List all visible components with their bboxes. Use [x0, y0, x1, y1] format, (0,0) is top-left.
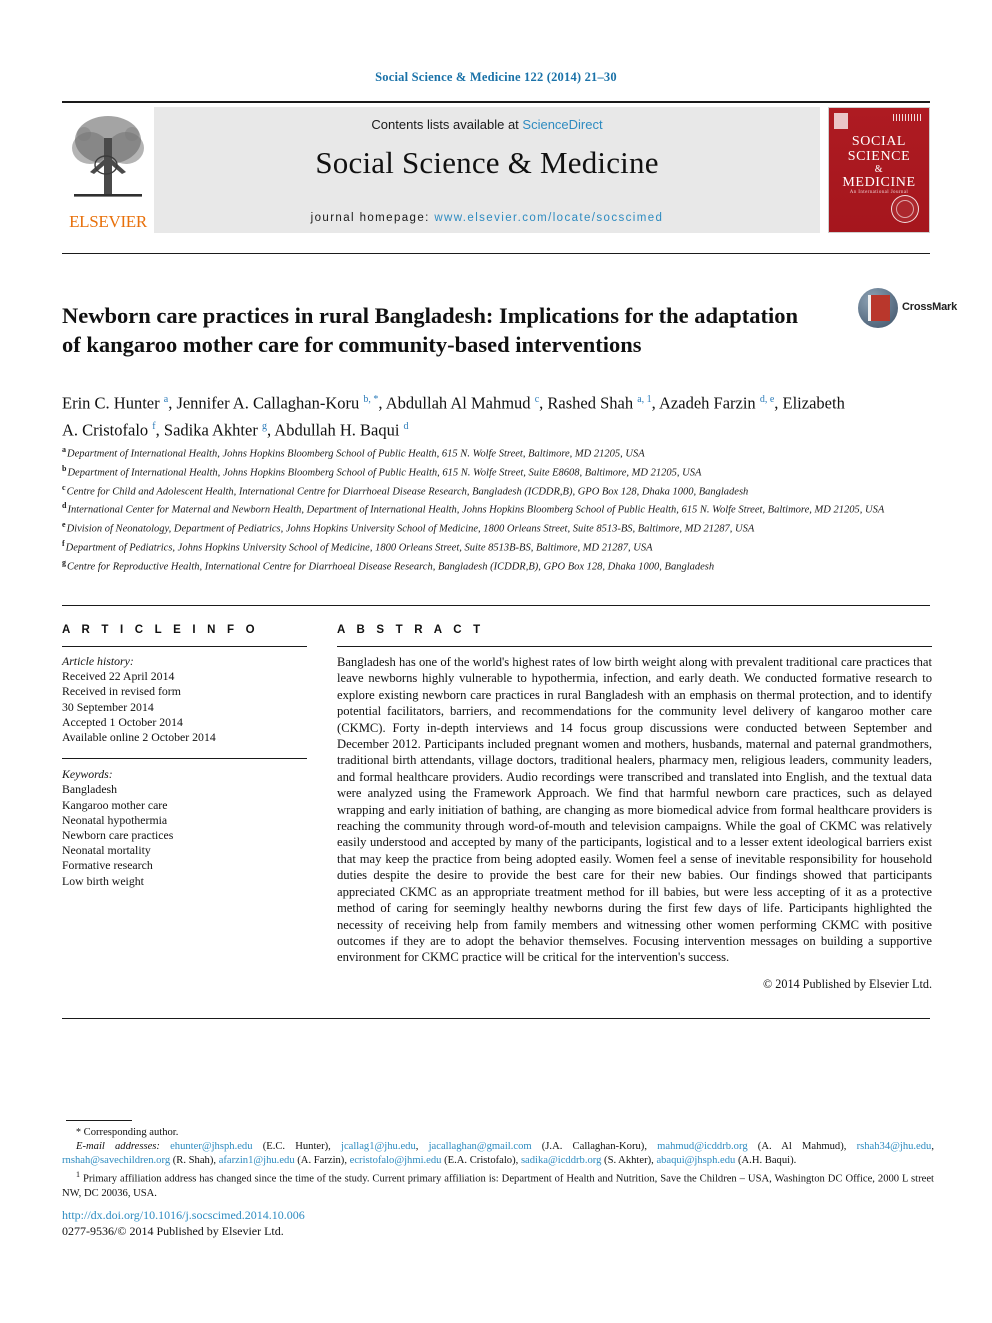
abstract-text: Bangladesh has one of the world's highes… [337, 655, 932, 965]
cover-subtitle: An International Journal [849, 190, 909, 195]
affiliation-item: fDepartment of Pediatrics, Johns Hopkins… [62, 537, 892, 556]
elsevier-wordmark: ELSEVIER [69, 212, 147, 231]
affiliation-item: cCentre for Child and Adolescent Health,… [62, 481, 892, 500]
affiliation-text: Centre for Reproductive Health, Internat… [67, 561, 715, 573]
cover-barcode [893, 114, 923, 121]
journal-homepage-line: journal homepage: www.elsevier.com/locat… [154, 212, 820, 224]
footnote-marker-1: 1 [76, 1170, 80, 1179]
footnote-block: * Corresponding author. E-mail addresses… [62, 1126, 934, 1201]
author-list: Erin C. Hunter a, Jennifer A. Callaghan-… [62, 393, 845, 440]
article-history-block: Article history: Received 22 April 2014 R… [62, 654, 307, 745]
keyword-item: Low birth weight [62, 873, 144, 888]
contents-prefix: Contents lists available at [371, 117, 523, 132]
footnote-divider [66, 1120, 132, 1121]
crossmark-label: CrossMark [902, 301, 958, 313]
asterisk-icon: * [76, 1127, 81, 1138]
affiliation-text: Centre for Child and Adolescent Health, … [66, 486, 749, 498]
sciencedirect-link[interactable]: ScienceDirect [522, 117, 602, 132]
email-label: E-mail addresses: [76, 1141, 160, 1152]
keyword-item: Kangaroo mother care [62, 797, 168, 812]
abstract-column: A B S T R A C T Bangladesh has one of th… [337, 624, 932, 992]
affiliation-text: International Center for Maternal and Ne… [67, 504, 885, 516]
contents-list-line: Contents lists available at ScienceDirec… [154, 117, 820, 132]
affiliation-marker: g [62, 557, 66, 567]
abstract-bottom-divider [62, 1018, 930, 1019]
masthead-center: Contents lists available at ScienceDirec… [154, 107, 820, 233]
affiliation-item: gCentre for Reproductive Health, Interna… [62, 556, 892, 575]
article-info-rule [62, 646, 307, 647]
paper-page: Social Science & Medicine 122 (2014) 21–… [0, 0, 992, 1323]
affiliation-item: aDepartment of International Health, Joh… [62, 443, 892, 462]
affiliation-change-text: Primary affiliation address has changed … [62, 1173, 934, 1199]
article-history-item: Received 22 April 2014 [62, 669, 175, 684]
title-divider [62, 253, 930, 254]
running-head: Social Science & Medicine 122 (2014) 21–… [375, 70, 617, 84]
crossmark-icon [858, 288, 898, 328]
affiliation-text: Department of International Health, John… [67, 448, 645, 460]
article-history-item: Received in revised form [62, 684, 181, 699]
affiliation-change-note: 1 Primary affiliation address has change… [62, 1168, 934, 1201]
affiliation-marker: f [62, 538, 65, 548]
cover-journal-title: SOCIAL SCIENCE & MEDICINE [829, 134, 929, 190]
corresponding-author-note: * Corresponding author. [62, 1126, 934, 1140]
email-addresses-note: E-mail addresses: ehunter@jhsph.edu (E.C… [62, 1140, 934, 1168]
article-history-item: Accepted 1 October 2014 [62, 714, 183, 729]
article-info-column: A R T I C L E I N F O Article history: R… [62, 624, 307, 889]
corresponding-author-text: Corresponding author. [83, 1127, 179, 1138]
journal-title: Social Science & Medicine [315, 145, 659, 180]
article-history-item: 30 September 2014 [62, 699, 154, 714]
keyword-item: Neonatal mortality [62, 843, 151, 858]
affiliation-item: dInternational Center for Maternal and N… [62, 499, 892, 518]
issn-copyright-line: 0277-9536/© 2014 Published by Elsevier L… [62, 1224, 284, 1238]
keywords-block: Keywords: Bangladesh Kangaroo mother care… [62, 767, 307, 889]
article-history-item: Available online 2 October 2014 [62, 730, 216, 745]
keyword-item: Formative research [62, 858, 153, 873]
abstract-rule [337, 646, 932, 647]
crossmark-badge[interactable]: CrossMark [858, 288, 957, 334]
journal-cover-thumbnail[interactable]: SOCIAL SCIENCE & MEDICINE An Internation… [828, 107, 930, 233]
affiliation-marker: c [62, 482, 66, 492]
keywords-rule [62, 758, 307, 760]
keywords-lines: Bangladesh Kangaroo mother care Neonatal h… [62, 782, 307, 888]
cover-line-1: SOCIAL [851, 134, 907, 149]
cover-line-2: SCIENCE [847, 149, 911, 164]
homepage-prefix: journal homepage: [310, 212, 435, 224]
footer-identifiers: http://dx.doi.org/10.1016/j.socscimed.20… [62, 1207, 305, 1239]
abstract-heading: A B S T R A C T [337, 624, 485, 636]
cover-ampersand: & [874, 164, 884, 175]
keyword-item: Newborn care practices [62, 828, 174, 843]
affiliation-marker: e [62, 520, 66, 530]
cover-seal-icon [891, 195, 919, 223]
article-history-lines: Received 22 April 2014 Received in revise… [62, 669, 307, 745]
affiliation-item: eDivision of Neonatology, Department of … [62, 518, 892, 537]
affiliation-text: Division of Neonatology, Department of P… [66, 523, 755, 535]
keywords-label: Keywords: [62, 767, 113, 782]
keyword-item: Bangladesh [62, 782, 118, 797]
affiliation-marker: d [62, 501, 67, 511]
affiliation-text: Department of Pediatrics, Johns Hopkins … [65, 542, 653, 554]
affiliation-marker: a [62, 445, 66, 454]
doi-link[interactable]: http://dx.doi.org/10.1016/j.socscimed.20… [62, 1207, 305, 1223]
affiliation-list: aDepartment of International Health, Joh… [62, 443, 892, 575]
email-addresses-text[interactable]: ehunter@jhsph.edu (E.C. Hunter), jcallag… [62, 1141, 934, 1166]
cover-elsevier-mark [834, 113, 848, 129]
article-info-heading: A R T I C L E I N F O [62, 624, 259, 636]
cover-line-3: MEDICINE [842, 175, 916, 190]
affiliation-marker: b [62, 463, 67, 473]
section-divider [62, 605, 930, 606]
elsevier-tree-icon [72, 116, 144, 197]
abstract-copyright: © 2014 Published by Elsevier Ltd. [762, 976, 932, 991]
affiliation-item: bDepartment of International Health, Joh… [62, 462, 892, 481]
journal-masthead: ELSEVIER Contents lists available at Sci… [62, 101, 930, 236]
page-title: Newborn care practices in rural Banglade… [62, 303, 799, 358]
journal-homepage-link[interactable]: www.elsevier.com/locate/socscimed [434, 212, 663, 224]
elsevier-logo: ELSEVIER [62, 107, 154, 233]
article-history-label: Article history: [62, 654, 134, 668]
keyword-item: Neonatal hypothermia [62, 812, 168, 827]
affiliation-text: Department of International Health, John… [67, 467, 702, 479]
